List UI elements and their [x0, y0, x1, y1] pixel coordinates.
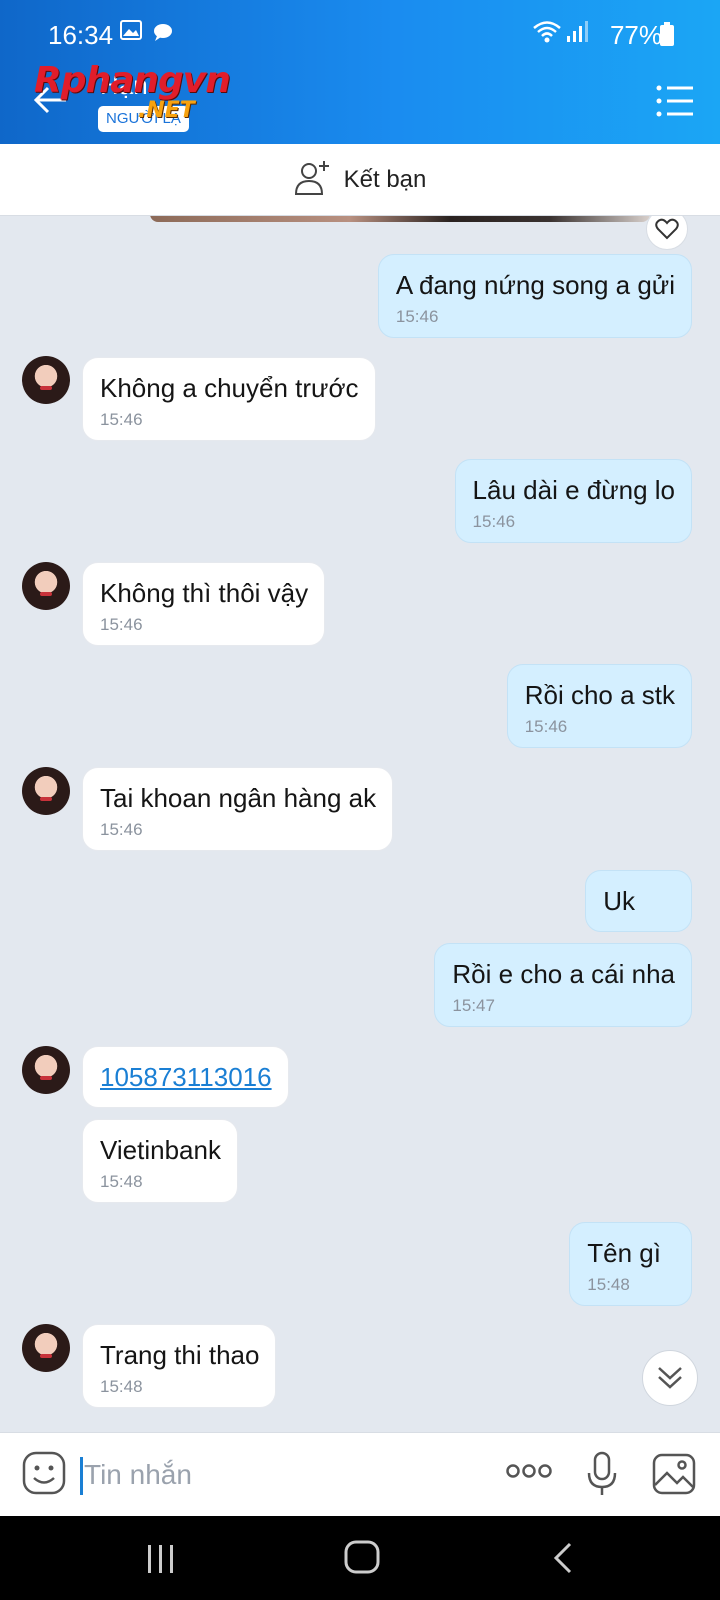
- avatar[interactable]: [22, 356, 70, 404]
- message-text: Tên gì: [587, 1238, 661, 1268]
- message-time: 15:47: [452, 996, 495, 1015]
- avatar[interactable]: [22, 562, 70, 610]
- incoming-message[interactable]: Tai khoan ngân hàng ak 15:46: [82, 767, 394, 851]
- incoming-message[interactable]: Không a chuyển trước 15:46: [82, 357, 376, 441]
- account-number-link[interactable]: 105873113016: [100, 1061, 272, 1093]
- outgoing-message[interactable]: Uk: [585, 870, 692, 932]
- more-dots-icon[interactable]: [506, 1463, 552, 1484]
- avatar[interactable]: [22, 1324, 70, 1372]
- add-friend-label: Kết bạn: [343, 165, 427, 193]
- watermark-logo: Rphangvn: [34, 60, 231, 101]
- message-time: 15:48: [100, 1172, 143, 1191]
- message-input[interactable]: [84, 1453, 464, 1497]
- add-person-icon: [294, 158, 332, 201]
- message-composer: [0, 1432, 720, 1516]
- previous-image-message[interactable]: [150, 216, 650, 222]
- outgoing-message[interactable]: A đang nứng song a gửi 15:46: [377, 254, 692, 338]
- incoming-message[interactable]: Trang thi thao 15:48: [82, 1324, 277, 1408]
- message-time: 15:46: [100, 410, 143, 429]
- message-text: Uk: [603, 886, 635, 916]
- message-notification-icon: [152, 22, 174, 47]
- gallery-notification-icon: [120, 20, 142, 45]
- outgoing-message[interactable]: Tên gì 15:48: [569, 1222, 692, 1306]
- add-friend-button[interactable]: Kết bạn: [0, 144, 720, 216]
- outgoing-message[interactable]: Lâu dài e đừng lo 15:46: [454, 459, 692, 543]
- message-time: 15:46: [100, 615, 143, 634]
- message-time: 15:48: [100, 1377, 143, 1396]
- message-text: Không thì thôi vậy: [100, 578, 309, 608]
- avatar[interactable]: [22, 1046, 70, 1094]
- outgoing-message[interactable]: Rồi cho a stk 15:46: [506, 664, 692, 748]
- home-icon[interactable]: [344, 1540, 380, 1579]
- incoming-message[interactable]: 105873113016: [82, 1046, 289, 1108]
- app-header: 16:34 77% Hạn NGƯỜI LẠ Rphangvn .NET: [0, 0, 720, 144]
- message-text: Rồi e cho a cái nha: [452, 959, 675, 989]
- message-time: 15:46: [395, 307, 439, 326]
- message-text: Rồi cho a stk: [524, 680, 675, 710]
- watermark-logo-suffix: .NET: [138, 98, 195, 123]
- battery-percentage: 77%: [609, 20, 662, 50]
- message-text: A đang nứng song a gửi: [395, 270, 675, 300]
- heart-icon[interactable]: [646, 216, 688, 250]
- emoji-icon[interactable]: [22, 1451, 66, 1500]
- incoming-message[interactable]: Vietinbank 15:48: [82, 1119, 238, 1203]
- image-icon[interactable]: [652, 1453, 696, 1500]
- status-time: 16:34: [48, 20, 114, 50]
- chat-header: Hạn NGƯỜI LẠ Rphangvn .NET: [0, 60, 720, 144]
- message-text: Vietinbank: [100, 1135, 221, 1165]
- system-back-icon[interactable]: [552, 1542, 574, 1579]
- status-bar: 16:34 77%: [0, 0, 720, 60]
- avatar[interactable]: [22, 767, 70, 815]
- message-time: 15:46: [100, 820, 143, 839]
- battery-icon: [660, 22, 674, 51]
- message-text: Lâu dài e đừng lo: [472, 475, 675, 505]
- message-time: 15:46: [472, 512, 516, 531]
- message-time: 15:46: [524, 717, 568, 736]
- message-text: Tai khoan ngân hàng ak: [100, 783, 377, 813]
- wifi-icon: [532, 20, 562, 49]
- message-list[interactable]: A đang nứng song a gửi 15:46 Không a chu…: [0, 216, 720, 1432]
- message-time: 15:48: [587, 1275, 630, 1294]
- outgoing-message[interactable]: Rồi e cho a cái nha 15:47: [434, 943, 692, 1027]
- incoming-message[interactable]: Không thì thôi vậy 15:46: [82, 562, 326, 646]
- message-text: Trang thi thao: [100, 1340, 260, 1370]
- text-cursor: [80, 1457, 83, 1495]
- message-text: Không a chuyển trước: [100, 373, 359, 403]
- signal-icon: [566, 20, 588, 49]
- double-chevron-down-icon[interactable]: [642, 1350, 698, 1406]
- list-menu-icon[interactable]: [656, 84, 694, 118]
- system-navigation-bar: [0, 1516, 720, 1600]
- microphone-icon[interactable]: [586, 1451, 618, 1502]
- recent-apps-icon[interactable]: [146, 1544, 176, 1579]
